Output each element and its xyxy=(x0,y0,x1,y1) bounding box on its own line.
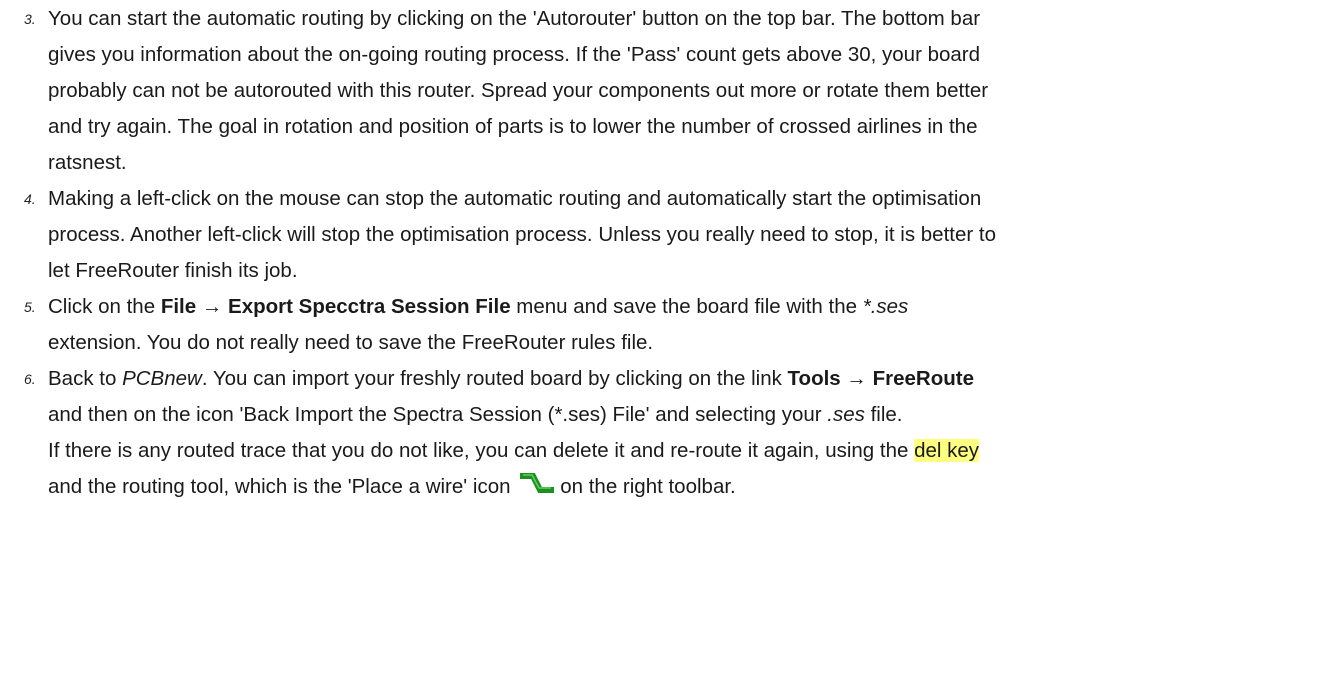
step-5: 5. Click on the File → Export Specctra S… xyxy=(0,289,1322,361)
step-number: 3. xyxy=(24,11,36,27)
step-text-line: Making a left-click on the mouse can sto… xyxy=(48,187,982,210)
step-text-line: and try again. The goal in rotation and … xyxy=(48,115,978,138)
instruction-list: 3. You can start the automatic routing b… xyxy=(0,0,1322,510)
step-text-line: probably can not be autorouted with this… xyxy=(48,79,989,102)
highlighted-key: del key xyxy=(914,439,980,462)
text: file. xyxy=(864,403,903,426)
menu-export-specctra: Export Specctra Session File xyxy=(228,295,511,318)
step-number: 6. xyxy=(24,371,36,387)
step-4: 4. Making a left-click on the mouse can … xyxy=(0,181,1322,289)
arrow: → xyxy=(196,295,229,318)
menu-tools: Tools xyxy=(787,367,841,390)
step-text-line: process. Another left-click will stop th… xyxy=(48,223,996,246)
text: If there is any routed trace that you do… xyxy=(48,439,915,462)
app-name: PCBnew xyxy=(122,367,202,390)
menu-file: File xyxy=(160,295,197,318)
step-text-line: and then on the icon 'Back Import the Sp… xyxy=(48,397,1322,433)
step-text-line: and the routing tool, which is the 'Plac… xyxy=(48,469,1322,511)
step-text-line: Back to PCBnew. You can import your fres… xyxy=(48,361,1322,397)
step-number: 5. xyxy=(24,299,36,315)
text: Click on the xyxy=(48,295,161,318)
file-extension: *.ses xyxy=(862,295,909,318)
menu-freeroute: FreeRoute xyxy=(872,367,974,390)
file-extension: .ses xyxy=(827,403,865,426)
step-6: 6. Back to PCBnew. You can import your f… xyxy=(0,361,1322,511)
step-text-line: gives you information about the on-going… xyxy=(48,43,981,66)
step-text-line: If there is any routed trace that you do… xyxy=(48,433,1322,469)
text: and then on the icon 'Back Import the Sp… xyxy=(48,403,828,426)
step-3: 3. You can start the automatic routing b… xyxy=(0,1,1322,181)
place-wire-icon xyxy=(520,473,555,511)
text: . You can import your freshly routed boa… xyxy=(201,367,788,390)
step-text-line: let FreeRouter finish its job. xyxy=(48,259,298,282)
step-number: 4. xyxy=(24,191,36,207)
step-text-line: Click on the File → Export Specctra Sess… xyxy=(48,289,1322,325)
step-text-line: You can start the automatic routing by c… xyxy=(48,7,981,30)
text: and the routing tool, which is the 'Plac… xyxy=(48,475,511,498)
step-text-line: ratsnest. xyxy=(48,151,127,174)
step-text-line: extension. You do not really need to sav… xyxy=(48,331,654,354)
arrow: → xyxy=(840,367,873,390)
text: on the right toolbar. xyxy=(560,475,736,498)
text: menu and save the board file with the xyxy=(510,295,863,318)
text: Back to xyxy=(48,367,123,390)
